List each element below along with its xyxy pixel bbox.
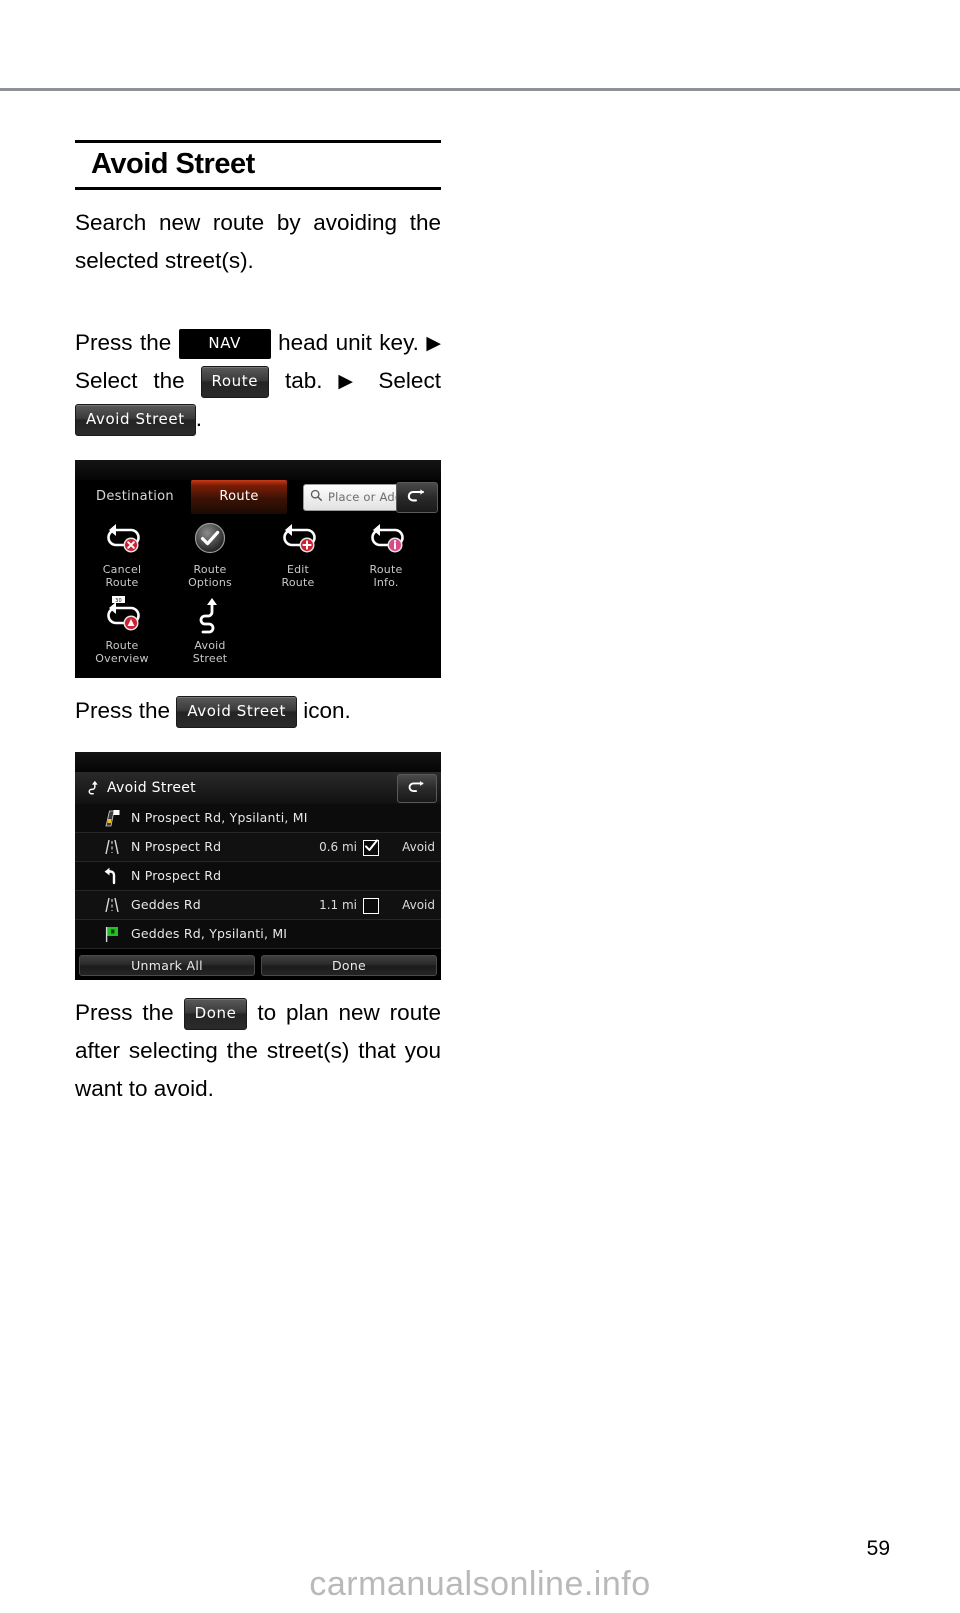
step2-mid: tab. — [284, 368, 323, 394]
avoid-checkbox-checked[interactable] — [363, 839, 379, 857]
menu-item-route-options[interactable]: Route Options — [167, 518, 253, 589]
menu-item-route-info[interactable]: Route Info. — [343, 518, 429, 589]
back-arrow-icon — [408, 781, 424, 793]
intro-paragraph: Search new route by avoiding the selecte… — [75, 210, 441, 274]
street-name: N Prospect Rd — [131, 868, 222, 884]
arrow-right-icon: ▶ — [426, 333, 441, 355]
destination-flag-icon — [101, 924, 123, 944]
menu-label-line2: Street — [192, 652, 228, 666]
back-button[interactable] — [396, 482, 438, 514]
menu-label-line2: Route — [281, 576, 315, 590]
route-tab-chip[interactable]: Route — [200, 366, 270, 399]
list-item[interactable]: N Prospect Rd 0.6 mi Avoid — [75, 833, 441, 863]
avoid-street-screenshot: Avoid Street N Prospect Rd, Ypsilanti, M… — [75, 752, 441, 981]
menu-label-line2: Route — [105, 576, 139, 590]
street-name: N Prospect Rd — [131, 839, 222, 855]
avoid-checkbox-unchecked[interactable] — [363, 898, 379, 915]
menu-label-line1: Avoid — [194, 639, 226, 653]
page-title: Avoid Street — [91, 148, 255, 180]
tab-route[interactable]: Route — [191, 480, 287, 515]
title-rule-bottom — [75, 187, 441, 191]
caption2-prefix: Press the — [75, 698, 171, 724]
menu-label-line1: Route — [369, 563, 403, 577]
menu-label-line1: Route — [193, 563, 227, 577]
check-icon — [365, 839, 378, 852]
page-number: 59 — [866, 1537, 890, 1560]
avoid-street-chip-2[interactable]: Avoid Street — [176, 696, 297, 729]
avoid-label: Avoid — [402, 840, 435, 855]
done-button[interactable]: Done — [261, 955, 437, 977]
nav-key-chip[interactable]: NAV — [178, 329, 271, 360]
step-instructions: Press the NAV head unit key. ▶ Select th… — [75, 324, 441, 438]
route-options-icon — [167, 518, 253, 560]
back-arrow-icon — [407, 489, 425, 502]
menu-label-line1: Edit — [286, 563, 310, 577]
menu-label-line1: Route — [105, 639, 139, 653]
avoid-street-icon — [167, 594, 253, 636]
straight-road-icon — [101, 895, 123, 915]
watermark: carmanualsonline.info — [309, 1565, 651, 1603]
street-name: N Prospect Rd, Ypsilanti, MI — [131, 810, 308, 826]
route-menu-grid: Cancel Route Route Options Edit Route Ro… — [75, 518, 441, 678]
street-name: Geddes Rd — [131, 897, 201, 913]
tab-destination[interactable]: Destination — [81, 480, 189, 514]
svg-text:30: 30 — [115, 598, 122, 604]
turn-left-icon — [101, 866, 123, 886]
avoid-label: Avoid — [402, 898, 435, 913]
caption2-suffix: icon. — [303, 698, 351, 724]
content-column: Avoid Street Search new route by avoidin… — [75, 140, 441, 1108]
street-distance: 1.1 mi — [319, 898, 357, 913]
avoid-screen-header: Avoid Street — [75, 772, 441, 806]
arrow-right-icon-2: ▶ — [338, 371, 363, 393]
caption3-prefix: Press the — [75, 1000, 174, 1026]
menu-item-edit-route[interactable]: Edit Route — [255, 518, 341, 589]
menu-label-line2: Overview — [95, 652, 149, 666]
route-menu-screenshot: Destination Route Place or Address Cance… — [75, 460, 441, 679]
start-flag-icon — [101, 808, 123, 828]
route-info-icon — [343, 518, 429, 560]
street-distance: 0.6 mi — [319, 840, 357, 855]
route-overview-icon: 30 — [79, 594, 165, 636]
step2-period: . — [195, 406, 202, 432]
menu-label-line1: Cancel — [102, 563, 142, 577]
list-item[interactable]: Geddes Rd 1.1 mi Avoid — [75, 891, 441, 921]
screen-top-gloss-2 — [75, 752, 441, 773]
straight-road-icon — [101, 837, 123, 857]
step1-prefix: Press the — [75, 330, 172, 356]
step2-suffix: Select — [378, 368, 441, 394]
list-item[interactable]: N Prospect Rd, Ypsilanti, MI — [75, 804, 441, 834]
unmark-all-button[interactable]: Unmark All — [79, 955, 255, 977]
street-name: Geddes Rd, Ypsilanti, MI — [131, 926, 288, 942]
search-icon — [310, 490, 323, 502]
route-screen-tabbar: Destination Route Place or Address — [75, 480, 441, 515]
screen-top-gloss — [75, 460, 441, 481]
avoid-street-list: N Prospect Rd, Ypsilanti, MI N Prospect … — [75, 804, 441, 950]
caption-avoid-street-icon: Press the Avoid Street icon. — [75, 692, 441, 730]
avoid-street-icon — [88, 781, 98, 795]
page-top-rule — [0, 88, 960, 91]
cancel-route-icon — [79, 518, 165, 560]
avoid-screen-footer: Unmark All Done — [75, 952, 441, 981]
avoid-street-chip[interactable]: Avoid Street — [75, 404, 196, 437]
caption-done: Press the Done to plan new route after s… — [75, 994, 441, 1108]
step2-prefix: Select the — [75, 368, 185, 394]
avoid-screen-title: Avoid Street — [107, 780, 196, 797]
list-item[interactable]: Geddes Rd, Ypsilanti, MI — [75, 920, 441, 950]
done-chip[interactable]: Done — [183, 998, 248, 1031]
step1-suffix: head unit key. — [278, 330, 419, 356]
menu-item-avoid-street[interactable]: Avoid Street — [167, 594, 253, 665]
back-button-2[interactable] — [397, 774, 437, 804]
edit-route-icon — [255, 518, 341, 560]
menu-label-line2: Options — [188, 576, 232, 590]
menu-item-route-overview[interactable]: 30 Route Overview — [79, 594, 165, 665]
menu-item-cancel-route[interactable]: Cancel Route — [79, 518, 165, 589]
menu-label-line2: Info. — [373, 576, 399, 590]
list-item[interactable]: N Prospect Rd — [75, 862, 441, 892]
